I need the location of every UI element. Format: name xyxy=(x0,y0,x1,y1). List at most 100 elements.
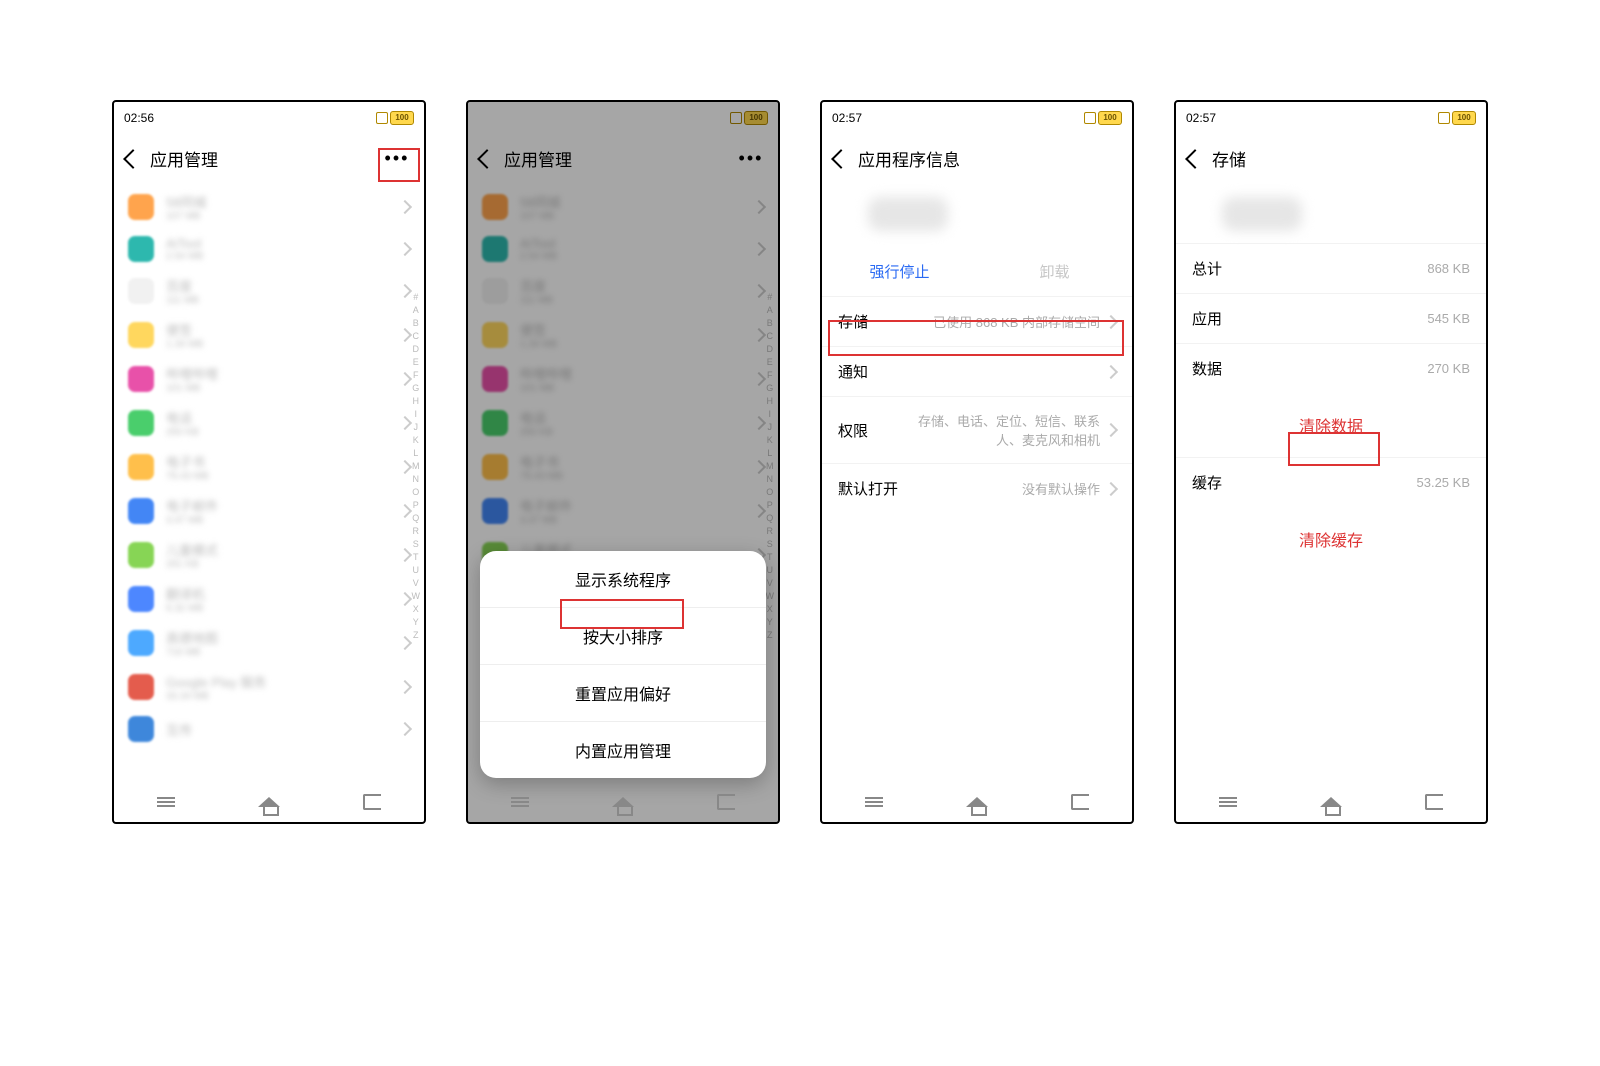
row-open-default[interactable]: 默认打开 没有默认操作 xyxy=(822,463,1132,513)
menu-reset-prefs[interactable]: 重置应用偏好 xyxy=(480,664,766,721)
screen-app-management-menu: 02:56 100 应用管理 ••• #ABCDEFGHIJKLMNOPQRST… xyxy=(466,100,780,824)
app-row[interactable]: 电子邮件3.47 MB xyxy=(468,489,778,533)
chevron-right-icon xyxy=(398,680,412,694)
app-size: 33.34 MB xyxy=(166,691,400,702)
status-bar: 02:56 100 xyxy=(468,102,778,132)
app-row[interactable]: Google Play 服务33.34 MB xyxy=(114,665,424,709)
app-header-block xyxy=(1176,185,1486,243)
nav-bar xyxy=(822,782,1132,822)
chevron-right-icon xyxy=(398,636,412,650)
back-icon[interactable] xyxy=(1185,149,1205,169)
app-row[interactable]: 百度111 MB xyxy=(468,269,778,313)
menu-sort-by-size[interactable]: 按大小排序 xyxy=(480,607,766,664)
row-storage[interactable]: 存储 已使用 868 KB 内部存储空间 xyxy=(822,296,1132,346)
nav-bar xyxy=(114,782,424,822)
app-row[interactable]: 百度111 MB xyxy=(114,269,424,313)
chevron-right-icon xyxy=(752,242,766,256)
app-icon xyxy=(482,454,508,480)
app-row[interactable]: 58同城107 MB xyxy=(114,185,424,229)
app-row[interactable]: AiTool2.54 MB xyxy=(114,229,424,269)
alpha-index[interactable]: #ABCDEFGHIJKLMNOPQRSTUVWXYZ xyxy=(412,292,421,640)
home-icon[interactable] xyxy=(964,789,990,815)
chevron-right-icon xyxy=(398,372,412,386)
app-icon xyxy=(482,410,508,436)
recent-icon[interactable] xyxy=(153,789,179,815)
app-name: 互传 xyxy=(166,720,400,739)
app-name: AiTool xyxy=(520,236,754,251)
app-name: 便签 xyxy=(166,320,400,339)
alpha-index[interactable]: #ABCDEFGHIJKLMNOPQRSTUVWXYZ xyxy=(766,292,775,640)
app-list[interactable]: 58同城107 MBAiTool2.54 MB百度111 MB便签1.34 MB… xyxy=(114,185,424,782)
menu-show-system-apps[interactable]: 显示系统程序 xyxy=(480,551,766,607)
app-size: 3.47 MB xyxy=(166,515,400,526)
app-icon xyxy=(482,322,508,348)
back-icon[interactable] xyxy=(831,149,851,169)
app-row[interactable]: 互传 xyxy=(114,709,424,749)
app-size: 250 KB xyxy=(520,427,754,438)
app-icon xyxy=(128,674,154,700)
app-row[interactable]: AiTool2.54 MB xyxy=(468,229,778,269)
app-row[interactable]: 电子书79.43 MB xyxy=(114,445,424,489)
chevron-right-icon xyxy=(1104,314,1118,328)
home-icon[interactable] xyxy=(256,789,282,815)
header: 应用程序信息 xyxy=(822,132,1132,185)
app-name: 58同城 xyxy=(166,192,400,211)
header: 应用管理 ••• xyxy=(114,132,424,185)
back-icon[interactable] xyxy=(123,149,143,169)
back-icon[interactable] xyxy=(477,149,497,169)
chevron-right-icon xyxy=(752,200,766,214)
back-nav-icon[interactable] xyxy=(1421,789,1447,815)
app-row[interactable]: 便签1.34 MB xyxy=(114,313,424,357)
page-title: 应用程序信息 xyxy=(858,146,960,171)
app-icon xyxy=(128,716,154,742)
app-row[interactable]: 儿童模式291 KB xyxy=(114,533,424,577)
back-nav-icon[interactable] xyxy=(1067,789,1093,815)
chevron-right-icon xyxy=(398,284,412,298)
uninstall-button: 卸载 xyxy=(977,261,1132,282)
app-name: 电话 xyxy=(166,408,400,427)
app-row[interactable]: 哔哩哔哩101 MB xyxy=(114,357,424,401)
app-row[interactable]: 电话250 KB xyxy=(468,401,778,445)
more-button[interactable]: ••• xyxy=(382,146,412,170)
app-row[interactable]: 电子书79.43 MB xyxy=(468,445,778,489)
app-name: 高德地图 xyxy=(166,628,400,647)
clear-data-button[interactable]: 清除数据 xyxy=(1176,393,1486,457)
app-name: 58同城 xyxy=(520,192,754,211)
app-icon xyxy=(128,322,154,348)
row-permissions[interactable]: 权限 存储、电话、定位、短信、联系人、麦克风和相机 xyxy=(822,396,1132,463)
app-row[interactable]: 哔哩哔哩101 MB xyxy=(468,357,778,401)
more-button[interactable]: ••• xyxy=(736,146,766,170)
app-row[interactable]: 翻译机6.32 MB xyxy=(114,577,424,621)
app-icon xyxy=(482,366,508,392)
app-row[interactable]: 电话250 KB xyxy=(114,401,424,445)
app-header-block xyxy=(822,185,1132,243)
home-icon[interactable] xyxy=(1318,789,1344,815)
chevron-right-icon xyxy=(398,722,412,736)
clock: 02:57 xyxy=(1186,111,1216,125)
app-row[interactable]: 便签1.34 MB xyxy=(468,313,778,357)
recent-icon[interactable] xyxy=(1215,789,1241,815)
app-size: 101 MB xyxy=(520,383,754,394)
app-size: 2.54 MB xyxy=(520,251,754,262)
row-notifications[interactable]: 通知 xyxy=(822,346,1132,396)
row-total: 总计 868 KB xyxy=(1176,243,1486,293)
row-cache: 缓存 53.25 KB xyxy=(1176,457,1486,507)
force-stop-button[interactable]: 强行停止 xyxy=(822,261,977,282)
app-size: 111 MB xyxy=(166,295,400,306)
app-row[interactable]: 电子邮件3.47 MB xyxy=(114,489,424,533)
app-icon xyxy=(128,410,154,436)
app-size: 1.34 MB xyxy=(520,339,754,350)
back-nav-icon[interactable] xyxy=(713,789,739,815)
app-icon xyxy=(128,586,154,612)
menu-builtin-apps[interactable]: 内置应用管理 xyxy=(480,721,766,778)
recent-icon[interactable] xyxy=(861,789,887,815)
app-row[interactable]: 58同城107 MB xyxy=(468,185,778,229)
back-nav-icon[interactable] xyxy=(359,789,385,815)
app-row[interactable]: 高德地图716 MB xyxy=(114,621,424,665)
home-icon[interactable] xyxy=(610,789,636,815)
battery-indicator: 100 xyxy=(376,111,414,125)
recent-icon[interactable] xyxy=(507,789,533,815)
chevron-right-icon xyxy=(1104,481,1118,495)
clear-cache-button[interactable]: 清除缓存 xyxy=(1176,507,1486,571)
chevron-right-icon xyxy=(752,372,766,386)
